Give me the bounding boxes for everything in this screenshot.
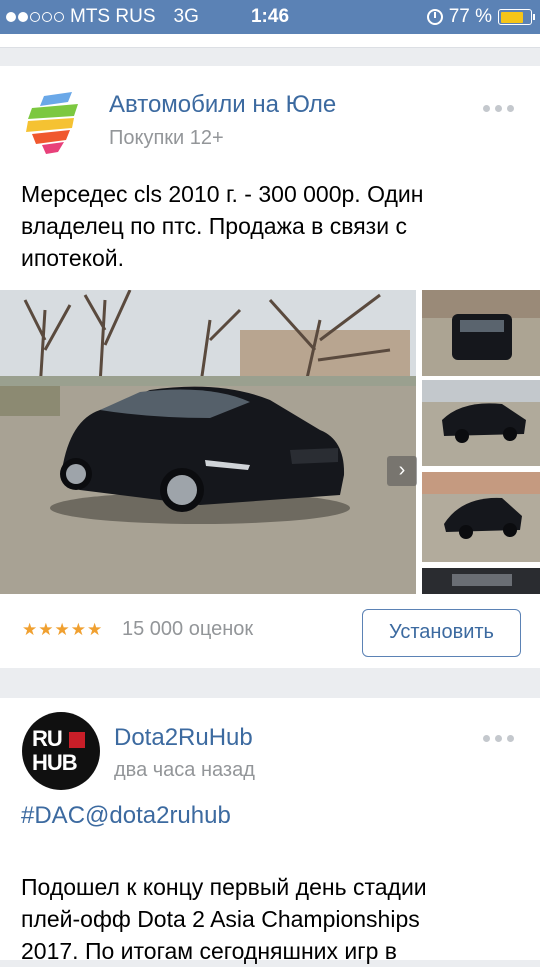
hashtag-link[interactable]: #DAC@dota2ruhub (21, 802, 231, 830)
more-options-icon[interactable] (483, 735, 514, 742)
status-right: 77 % (426, 6, 535, 28)
post-card: RU HUB Dota2RuHub два часа назад #DAC@do… (0, 698, 540, 964)
install-button[interactable]: Установить (362, 609, 521, 657)
ratings-count: 15 000 оценок (122, 618, 254, 640)
avatar-text-top: RU (32, 726, 63, 751)
post-text-line: ипотекой. (21, 245, 125, 271)
avatar-text-bottom: HUB (32, 750, 78, 775)
battery-percent: 77 % (448, 6, 492, 27)
gallery-next-arrow[interactable]: › (387, 456, 417, 486)
post-text-line: плей-офф Dota 2 Asia Championships (21, 906, 420, 932)
post-text: Подошел к концу первый день стадии плей-… (21, 871, 427, 967)
alarm-icon (426, 9, 443, 25)
status-bar: MTS RUS 3G 1:46 77 % (0, 0, 540, 34)
more-options-icon[interactable] (483, 105, 514, 112)
gallery-thumbnail[interactable] (422, 290, 540, 376)
yula-logo-icon (26, 92, 78, 154)
battery-icon (498, 9, 535, 25)
car-main-photo[interactable] (0, 290, 416, 594)
gallery-thumbnail[interactable] (422, 380, 540, 466)
previous-post-edge (0, 34, 540, 48)
avatar-red-square (69, 732, 85, 748)
post-text-line: Подошел к концу первый день стадии (21, 874, 427, 900)
gallery-thumbnail[interactable] (422, 568, 540, 594)
post-text: Мерседес cls 2010 г. - 300 000р. Один вл… (21, 178, 423, 274)
post-text-line: Мерседес cls 2010 г. - 300 000р. Один (21, 181, 424, 207)
post-subtitle: Покупки 12+ (109, 127, 224, 149)
post-timestamp: два часа назад (114, 759, 255, 781)
post-text-line: владелец по птс. Продажа в связи с (21, 213, 407, 239)
gallery-thumbnail[interactable] (422, 472, 540, 562)
post-text-line: 2017. По итогам сегодняшних игр в (21, 938, 398, 964)
group-name-link[interactable]: Автомобили на Юле (109, 91, 336, 119)
ad-post-card: Автомобили на Юле Покупки 12+ Мерседес c… (0, 66, 540, 668)
author-name-link[interactable]: Dota2RuHub (114, 724, 253, 752)
author-avatar[interactable]: RU HUB (22, 712, 100, 790)
photo-gallery[interactable]: › (0, 290, 540, 594)
app-rating-row: ★★★★★ 15 000 оценок Установить (0, 594, 540, 668)
rating-stars-icon: ★★★★★ (22, 620, 104, 639)
